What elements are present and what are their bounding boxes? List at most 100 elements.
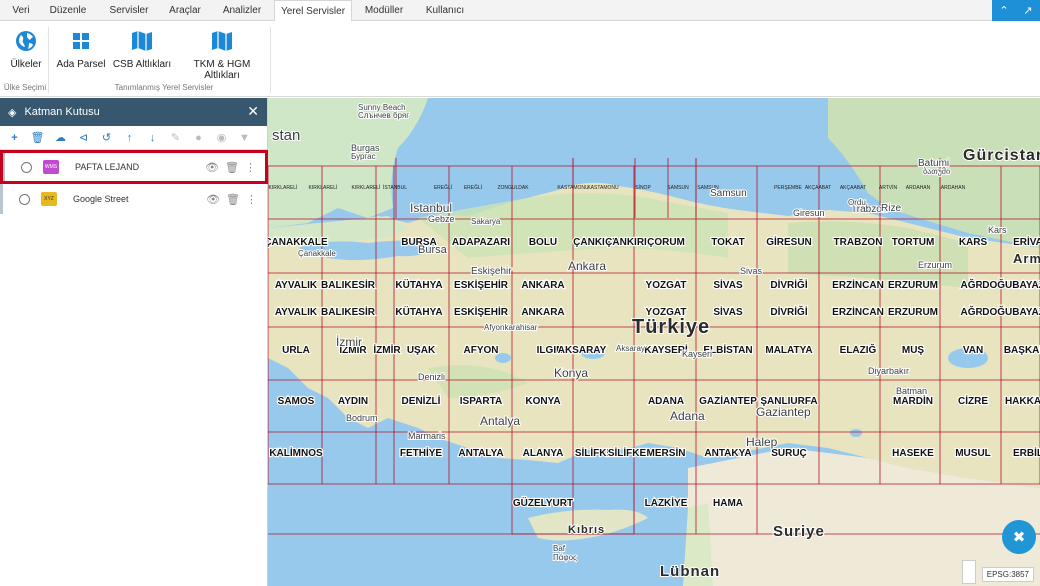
- cloud-icon[interactable]: ☁: [49, 128, 72, 148]
- sheet-label: ESKİŞEHİR: [454, 305, 509, 318]
- city-label: Samsun: [710, 188, 747, 199]
- city-label: ბათუმი: [923, 167, 950, 176]
- sheet-label: CİZRE: [958, 394, 988, 407]
- layer-item-google-street[interactable]: XYZ Google Street 👁 🗑 ⋮: [0, 184, 267, 214]
- sheet-label-small: ARTVİN: [879, 184, 898, 191]
- sheet-label: DENİZLİ: [402, 394, 441, 407]
- sheet-label: URLA: [282, 345, 310, 356]
- tab-moduller[interactable]: Modüller: [358, 0, 410, 21]
- country-label: Arm: [1013, 251, 1040, 266]
- style-icon[interactable]: ◉: [210, 128, 233, 148]
- sheet-label: SİVAS: [713, 278, 743, 291]
- sheet-label: ÇANAKKALE: [268, 237, 328, 248]
- sheet-label-small: KIRKLARELİ: [352, 184, 381, 191]
- city-label: Sakarya: [471, 217, 501, 226]
- tkm-hgm-altliklari-label: TKM & HGM Altlıkları: [193, 59, 251, 81]
- sheet-label-small: ZONGULDAK: [497, 185, 529, 191]
- wms-icon: WMS: [43, 160, 59, 174]
- city-label: Diyarbakır: [868, 366, 909, 376]
- sheet-label: ERZİNCAN: [832, 305, 884, 318]
- sheet-label: LAZKİYE: [645, 496, 688, 509]
- layer-toolbar: + 🗑 ☁ ⊲ ↺ ↑ ↓ ✎ ● ◉ ▼: [0, 126, 267, 150]
- edit-icon[interactable]: ✎: [164, 128, 187, 148]
- sheet-label: SİVAS: [713, 305, 743, 318]
- eye-icon[interactable]: 👁: [206, 193, 220, 206]
- sheet-label: BALIKESİR: [321, 305, 376, 318]
- city-label: Giresun: [793, 208, 825, 218]
- layer-name: Google Street: [73, 194, 129, 204]
- sheet-label-small: EREĞLİ: [434, 184, 452, 191]
- sheet-label: AYVALIK: [275, 307, 318, 318]
- sheet-label: MUŞ: [902, 345, 925, 356]
- move-up-icon[interactable]: ↑: [118, 128, 141, 148]
- city-label: stan: [272, 127, 300, 144]
- sheet-label: ADAPAZARI: [452, 237, 510, 248]
- ada-parsel-button[interactable]: Ada Parsel: [56, 29, 106, 70]
- csb-altliklari-button[interactable]: CSB Altlıkları: [112, 29, 172, 70]
- city-label: Sivas: [740, 266, 763, 276]
- layer-radio[interactable]: [21, 161, 32, 173]
- city-label: Çanakkale: [298, 249, 336, 258]
- city-label: Bodrum: [346, 413, 378, 423]
- sheet-label: AYDIN: [338, 396, 368, 407]
- sheet-label: HAKKARİ: [1005, 394, 1040, 407]
- sheet-label: GAZİANTEP: [699, 394, 757, 407]
- ribbon-separator: [48, 27, 49, 93]
- city-label: Adana: [670, 409, 705, 423]
- trash-icon[interactable]: 🗑: [226, 193, 240, 206]
- collapse-icon[interactable]: ⌃: [999, 4, 1008, 17]
- city-label: Bursa: [418, 244, 448, 256]
- refresh-icon[interactable]: ↺: [95, 128, 118, 148]
- country-label: Türkiye: [632, 316, 710, 338]
- close-icon[interactable]: ✕: [247, 103, 259, 120]
- sheet-label: AYVALIK: [275, 280, 318, 291]
- layer-panel-title: Katman Kutusu: [24, 106, 100, 118]
- trash-icon[interactable]: 🗑: [225, 161, 239, 174]
- layer-radio[interactable]: [19, 193, 30, 205]
- map-view[interactable]: ÇANAKKALE BURSA ADAPAZARI BOLU ÇANKIRI ÇANKIR…: [268, 98, 1040, 586]
- ribbon-separator: [270, 27, 271, 93]
- city-label: Kayseri: [682, 349, 712, 359]
- tab-duzenle[interactable]: Düzenle: [44, 0, 92, 21]
- layer-item-pafta-lejand[interactable]: WMS PAFTA LEJAND 👁 🗑 ⋮: [0, 150, 268, 184]
- tkm-hgm-altliklari-button[interactable]: TKM & HGM Altlıkları: [176, 29, 268, 81]
- tools-fab-icon[interactable]: ✖: [1002, 520, 1036, 554]
- expand-icon[interactable]: ↗: [1023, 4, 1032, 17]
- move-down-icon[interactable]: ↓: [141, 128, 164, 148]
- map-canvas[interactable]: ÇANAKKALE BURSA ADAPAZARI BOLU ÇANKIRIÇANKIR…: [268, 98, 1040, 586]
- sheet-label: KARS: [959, 237, 988, 248]
- sheet-label: ADANA: [648, 396, 684, 407]
- comment-icon[interactable]: ●: [187, 128, 210, 148]
- share-icon[interactable]: ⊲: [72, 128, 95, 148]
- add-layer-icon[interactable]: +: [3, 128, 26, 148]
- city-label: Πάφος: [553, 553, 577, 562]
- sheet-label: HASEKE: [892, 448, 934, 459]
- sheet-label: YOZGAT: [646, 280, 687, 291]
- city-label: Gaziantep: [756, 405, 811, 419]
- window-controls: ⌃ ↗: [992, 0, 1040, 21]
- sheet-label: ÇORUM: [647, 237, 685, 248]
- tab-servisler[interactable]: Servisler: [102, 0, 156, 21]
- eye-icon[interactable]: 👁: [205, 161, 219, 174]
- sheet-label-small: AKÇAABAT: [805, 185, 831, 191]
- tab-kullanici[interactable]: Kullanıcı: [420, 0, 470, 21]
- sheet-label: MALATYA: [765, 345, 812, 356]
- tab-analizler[interactable]: Analizler: [218, 0, 266, 21]
- city-label: Eskişehir: [471, 266, 512, 277]
- sheet-label: ANTAKYA: [704, 448, 751, 459]
- sheet-label-small: PERŞEMBE: [774, 185, 802, 191]
- more-icon[interactable]: ⋮: [245, 161, 256, 174]
- xyz-icon: XYZ: [41, 192, 57, 206]
- tab-veri[interactable]: Veri: [2, 0, 40, 21]
- tab-yerel-servisler[interactable]: Yerel Servisler: [274, 0, 352, 22]
- sheet-label: ANKARA: [521, 307, 564, 318]
- sheet-label: DOĞUBAYAZIT: [982, 278, 1040, 291]
- ulkeler-button[interactable]: Ülkeler: [6, 29, 46, 70]
- city-label: Erzurum: [918, 260, 952, 270]
- sheet-label: ERZURUM: [888, 307, 938, 318]
- delete-icon[interactable]: 🗑: [26, 128, 49, 148]
- more-icon[interactable]: ⋮: [246, 193, 257, 206]
- filter-icon[interactable]: ▼: [233, 128, 256, 148]
- sheet-label: BOLU: [529, 237, 557, 248]
- tab-araclar[interactable]: Araçlar: [162, 0, 208, 21]
